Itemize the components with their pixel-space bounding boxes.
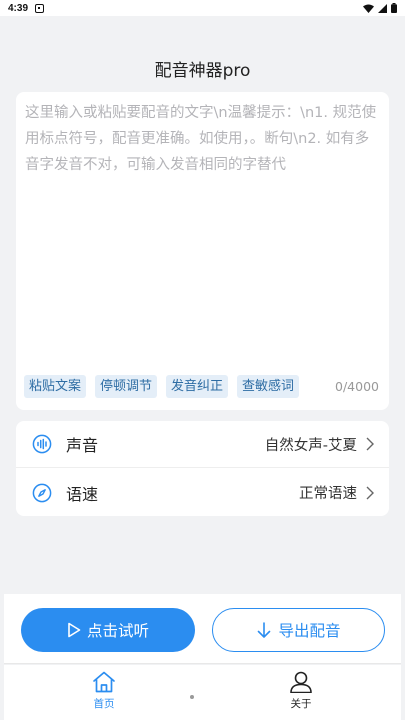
export-button[interactable]: 导出配音 — [212, 608, 385, 652]
tab-about-label: 关于 — [290, 698, 312, 710]
main-content: 配音神器pro 这里输入或粘贴要配音的文字\n温馨提示：\n1. 规范使用标点符… — [4, 16, 401, 594]
status-icons — [363, 3, 397, 13]
chevron-right-icon — [366, 486, 374, 499]
export-button-label: 导出配音 — [278, 622, 341, 640]
home-icon — [93, 671, 115, 693]
tab-home-label: 首页 — [93, 698, 115, 710]
status-time: 4:39 — [8, 2, 29, 14]
paste-text-button[interactable]: 粘贴文案 — [24, 375, 87, 398]
speed-value: 正常语速 — [299, 486, 357, 502]
notification-icon — [35, 3, 45, 13]
text-editor[interactable]: 这里输入或粘贴要配音的文字\n温馨提示：\n1. 规范使用标点符号，配音更准确。… — [16, 92, 389, 410]
editor-placeholder[interactable]: 这里输入或粘贴要配音的文字\n温馨提示：\n1. 规范使用标点符号，配音更准确。… — [25, 100, 381, 178]
play-icon — [68, 622, 81, 638]
signal-icon — [378, 3, 387, 13]
preview-button-label: 点击试听 — [86, 622, 149, 640]
pause-adjust-button[interactable]: 停顿调节 — [95, 375, 158, 398]
pronunciation-fix-button[interactable]: 发音纠正 — [166, 375, 229, 398]
voice-value: 自然女声-艾夏 — [264, 437, 357, 454]
speed-setting-row[interactable]: 语速 正常语速 — [16, 469, 389, 516]
editor-tools: 粘贴文案 停顿调节 发音纠正 查敏感词 — [24, 375, 300, 398]
speed-label: 语速 — [66, 484, 99, 504]
wifi-icon — [363, 4, 374, 13]
bottom-tab-bar: 首页 关于 — [4, 665, 401, 720]
chevron-right-icon — [366, 437, 374, 451]
waveform-icon — [32, 434, 52, 454]
action-bar: 点击试听 导出配音 — [4, 594, 401, 664]
download-icon — [258, 622, 271, 638]
sensitive-words-button[interactable]: 查敏感词 — [237, 375, 300, 398]
tab-home[interactable]: 首页 — [64, 671, 144, 711]
user-icon — [290, 671, 312, 693]
battery-icon — [391, 3, 397, 13]
preview-button[interactable]: 点击试听 — [21, 608, 195, 652]
settings-card: 声音 自然女声-艾夏 语速 正常语速 — [16, 421, 389, 516]
char-counter: 0/4000 — [335, 379, 379, 394]
status-bar: 4:39 — [0, 0, 405, 16]
page-indicator-dot — [190, 695, 194, 699]
voice-label: 声音 — [66, 436, 99, 455]
compass-icon — [32, 483, 52, 503]
voice-setting-row[interactable]: 声音 自然女声-艾夏 — [16, 421, 389, 468]
page-title: 配音神器pro — [154, 61, 251, 81]
tab-about[interactable]: 关于 — [261, 671, 341, 711]
